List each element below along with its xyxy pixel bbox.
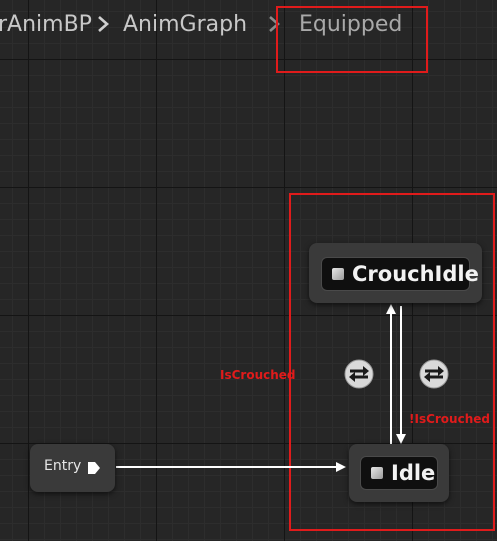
exec-pin-icon[interactable] [87,461,101,475]
state-node-idle-body: Idle [360,456,438,490]
state-label-crouchidle: CrouchIdle [352,262,479,286]
entry-node[interactable]: Entry [30,444,115,492]
transition-rule-icon[interactable] [419,359,449,389]
transition-rule-label-is-crouched: IsCrouched [220,368,296,382]
state-node-idle[interactable]: Idle [349,444,449,502]
entry-label: Entry [44,458,82,474]
transition-rule-icon[interactable] [344,359,374,389]
state-node-crouchidle-body: CrouchIdle [321,257,479,291]
state-square-icon [332,268,344,280]
state-square-icon [371,467,383,479]
state-label-idle: Idle [391,461,436,485]
transition-rule-label-not-crouched: !IsCrouched [409,412,490,426]
state-node-crouchidle[interactable]: CrouchIdle [309,243,482,303]
